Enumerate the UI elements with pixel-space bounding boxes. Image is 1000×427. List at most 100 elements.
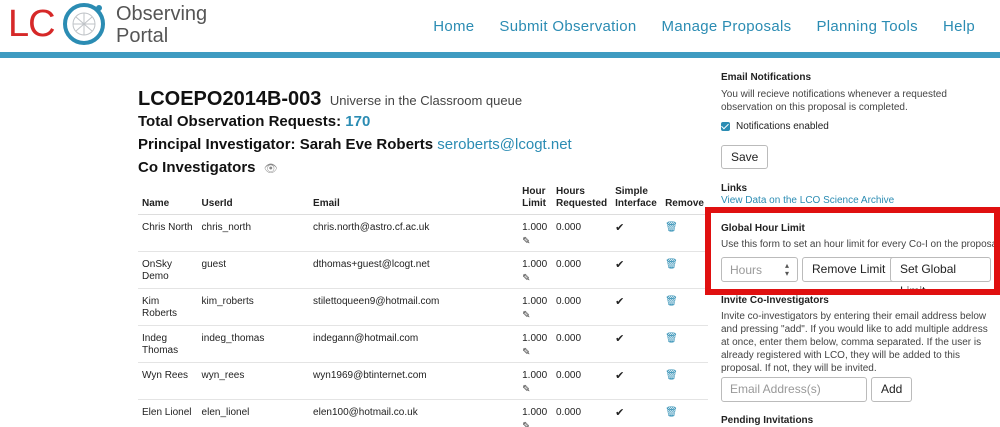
- eye-icon[interactable]: 👁: [264, 163, 278, 175]
- cell-hours-requested: 0.000: [551, 214, 612, 252]
- nav-manage-proposals[interactable]: Manage Proposals: [662, 18, 792, 35]
- cell-simple-interface: ✔: [611, 325, 662, 363]
- check-icon: ✔: [615, 407, 625, 419]
- cell-simple-interface: ✔: [611, 288, 662, 326]
- cell-name: Wyn Rees: [138, 362, 198, 400]
- pencil-icon[interactable]: ✎: [522, 421, 548, 427]
- pencil-icon[interactable]: ✎: [522, 236, 548, 248]
- total-requests: Total Observation Requests: 170: [138, 113, 370, 130]
- cell-hours-requested: 0.000: [551, 288, 612, 326]
- cell-hour-limit: 1.000 ✎: [518, 362, 552, 400]
- pencil-icon[interactable]: ✎: [522, 273, 548, 285]
- proposal-id: LCOEPO2014B-003: [138, 88, 322, 110]
- notifications-toggle[interactable]: Notifications enabled: [721, 120, 829, 133]
- table-row: OnSky Demo guest dthomas+guest@lcogt.net…: [138, 251, 708, 289]
- cell-email-link[interactable]: elen100@hotmail.co.uk: [309, 399, 519, 427]
- trash-icon[interactable]: 🗑: [665, 259, 678, 270]
- notifications-checkbox-label: Notifications enabled: [736, 121, 829, 132]
- header-remove: Remove: [661, 186, 708, 215]
- cell-email-link[interactable]: wyn1969@btinternet.com: [309, 362, 519, 400]
- cell-remove: 🗑: [661, 325, 708, 363]
- cell-name: Chris North: [138, 214, 198, 252]
- cell-hours-requested: 0.000: [551, 251, 612, 289]
- hour-limit-value: 1.000: [522, 333, 548, 344]
- save-button[interactable]: Save: [721, 145, 769, 169]
- email-notifications-title: Email Notifications: [721, 72, 812, 83]
- header-name: Name: [138, 186, 198, 215]
- cell-remove: 🗑: [661, 288, 708, 326]
- hour-limit-value: 1.000: [522, 407, 548, 418]
- nav-home[interactable]: Home: [433, 18, 474, 35]
- cell-hours-requested: 0.000: [551, 325, 612, 363]
- cell-hours-requested: 0.000: [551, 362, 612, 400]
- table-row: Wyn Rees wyn_rees wyn1969@btinternet.com…: [138, 362, 708, 400]
- table-row: Kim Roberts kim_roberts stilettoqueen9@h…: [138, 288, 708, 326]
- links-title: Links: [721, 183, 748, 194]
- cell-hours-requested: 0.000: [551, 399, 612, 427]
- pencil-icon[interactable]: ✎: [522, 347, 548, 359]
- cell-hour-limit: 1.000 ✎: [518, 399, 552, 427]
- science-archive-link[interactable]: View Data on the LCO Science Archive: [721, 195, 894, 206]
- cell-userid: guest: [197, 251, 310, 289]
- header-hour-limit: Hour Limit: [518, 186, 552, 215]
- cell-name: Elen Lionel: [138, 399, 198, 427]
- pencil-icon[interactable]: ✎: [522, 384, 548, 396]
- header-simple-interface: Simple Interface: [611, 186, 662, 215]
- total-requests-count[interactable]: 170: [345, 113, 370, 130]
- cell-remove: 🗑: [661, 399, 708, 427]
- cell-email-link[interactable]: stilettoqueen9@hotmail.com: [309, 288, 519, 326]
- table-row: Indeg Thomas indeg_thomas indegann@hotma…: [138, 325, 708, 363]
- cell-email-link[interactable]: chris.north@astro.cf.ac.uk: [309, 214, 519, 252]
- cell-userid: elen_lionel: [197, 399, 310, 427]
- logo-text-line2: Portal: [116, 25, 169, 47]
- cell-hour-limit: 1.000 ✎: [518, 288, 552, 326]
- highlight-box: [705, 207, 1000, 295]
- hour-limit-value: 1.000: [522, 296, 548, 307]
- site-header: LC Observing Portal Home Submit Observat…: [0, 0, 1000, 52]
- principal-investigator: Principal Investigator: Sarah Eve Robert…: [138, 136, 572, 153]
- trash-icon[interactable]: 🗑: [665, 333, 678, 344]
- co-investigators-heading: Co Investigators 👁: [138, 159, 278, 176]
- hour-limit-value: 1.000: [522, 259, 548, 270]
- nav-help[interactable]: Help: [943, 18, 975, 35]
- cell-simple-interface: ✔: [611, 251, 662, 289]
- cell-email-link[interactable]: indegann@hotmail.com: [309, 325, 519, 363]
- cell-name: Indeg Thomas: [138, 325, 198, 363]
- cell-hour-limit: 1.000 ✎: [518, 214, 552, 252]
- header-divider: [0, 52, 1000, 58]
- check-icon: ✔: [615, 222, 625, 234]
- trash-icon[interactable]: 🗑: [665, 296, 678, 307]
- co-investigators-table: Name UserId Email Hour Limit Hours Reque…: [138, 186, 708, 427]
- invite-coi-title: Invite Co-Investigators: [721, 295, 829, 306]
- globe-icon: [63, 3, 105, 45]
- header-email: Email: [309, 186, 519, 215]
- cell-simple-interface: ✔: [611, 399, 662, 427]
- cell-userid: indeg_thomas: [197, 325, 310, 363]
- pencil-icon[interactable]: ✎: [522, 310, 548, 322]
- hour-limit-value: 1.000: [522, 222, 548, 233]
- cell-userid: wyn_rees: [197, 362, 310, 400]
- header-userid: UserId: [197, 186, 310, 215]
- pi-label: Principal Investigator: Sarah Eve Robert…: [138, 136, 434, 153]
- nav-planning-tools[interactable]: Planning Tools: [816, 18, 918, 35]
- table-header-row: Name UserId Email Hour Limit Hours Reque…: [138, 186, 708, 215]
- cell-hour-limit: 1.000 ✎: [518, 325, 552, 363]
- cell-hour-limit: 1.000 ✎: [518, 251, 552, 289]
- notifications-checkbox[interactable]: [721, 121, 730, 131]
- trash-icon[interactable]: 🗑: [665, 407, 678, 418]
- trash-icon[interactable]: 🗑: [665, 370, 678, 381]
- cell-userid: kim_roberts: [197, 288, 310, 326]
- trash-icon[interactable]: 🗑: [665, 222, 678, 233]
- cell-remove: 🗑: [661, 214, 708, 252]
- cell-simple-interface: ✔: [611, 214, 662, 252]
- logo-letters: LC: [8, 3, 56, 45]
- table-row: Elen Lionel elen_lionel elen100@hotmail.…: [138, 399, 708, 427]
- add-invite-button[interactable]: Add: [871, 377, 913, 402]
- cell-email-link[interactable]: dthomas+guest@lcogt.net: [309, 251, 519, 289]
- email-address-input[interactable]: Email Address(s): [721, 377, 867, 402]
- main-nav: Home Submit Observation Manage Proposals…: [433, 0, 1000, 52]
- cell-userid: chris_north: [197, 214, 310, 252]
- total-requests-label: Total Observation Requests:: [138, 113, 342, 130]
- pi-email-link[interactable]: seroberts@lcogt.net: [437, 136, 571, 153]
- nav-submit-observation[interactable]: Submit Observation: [499, 18, 636, 35]
